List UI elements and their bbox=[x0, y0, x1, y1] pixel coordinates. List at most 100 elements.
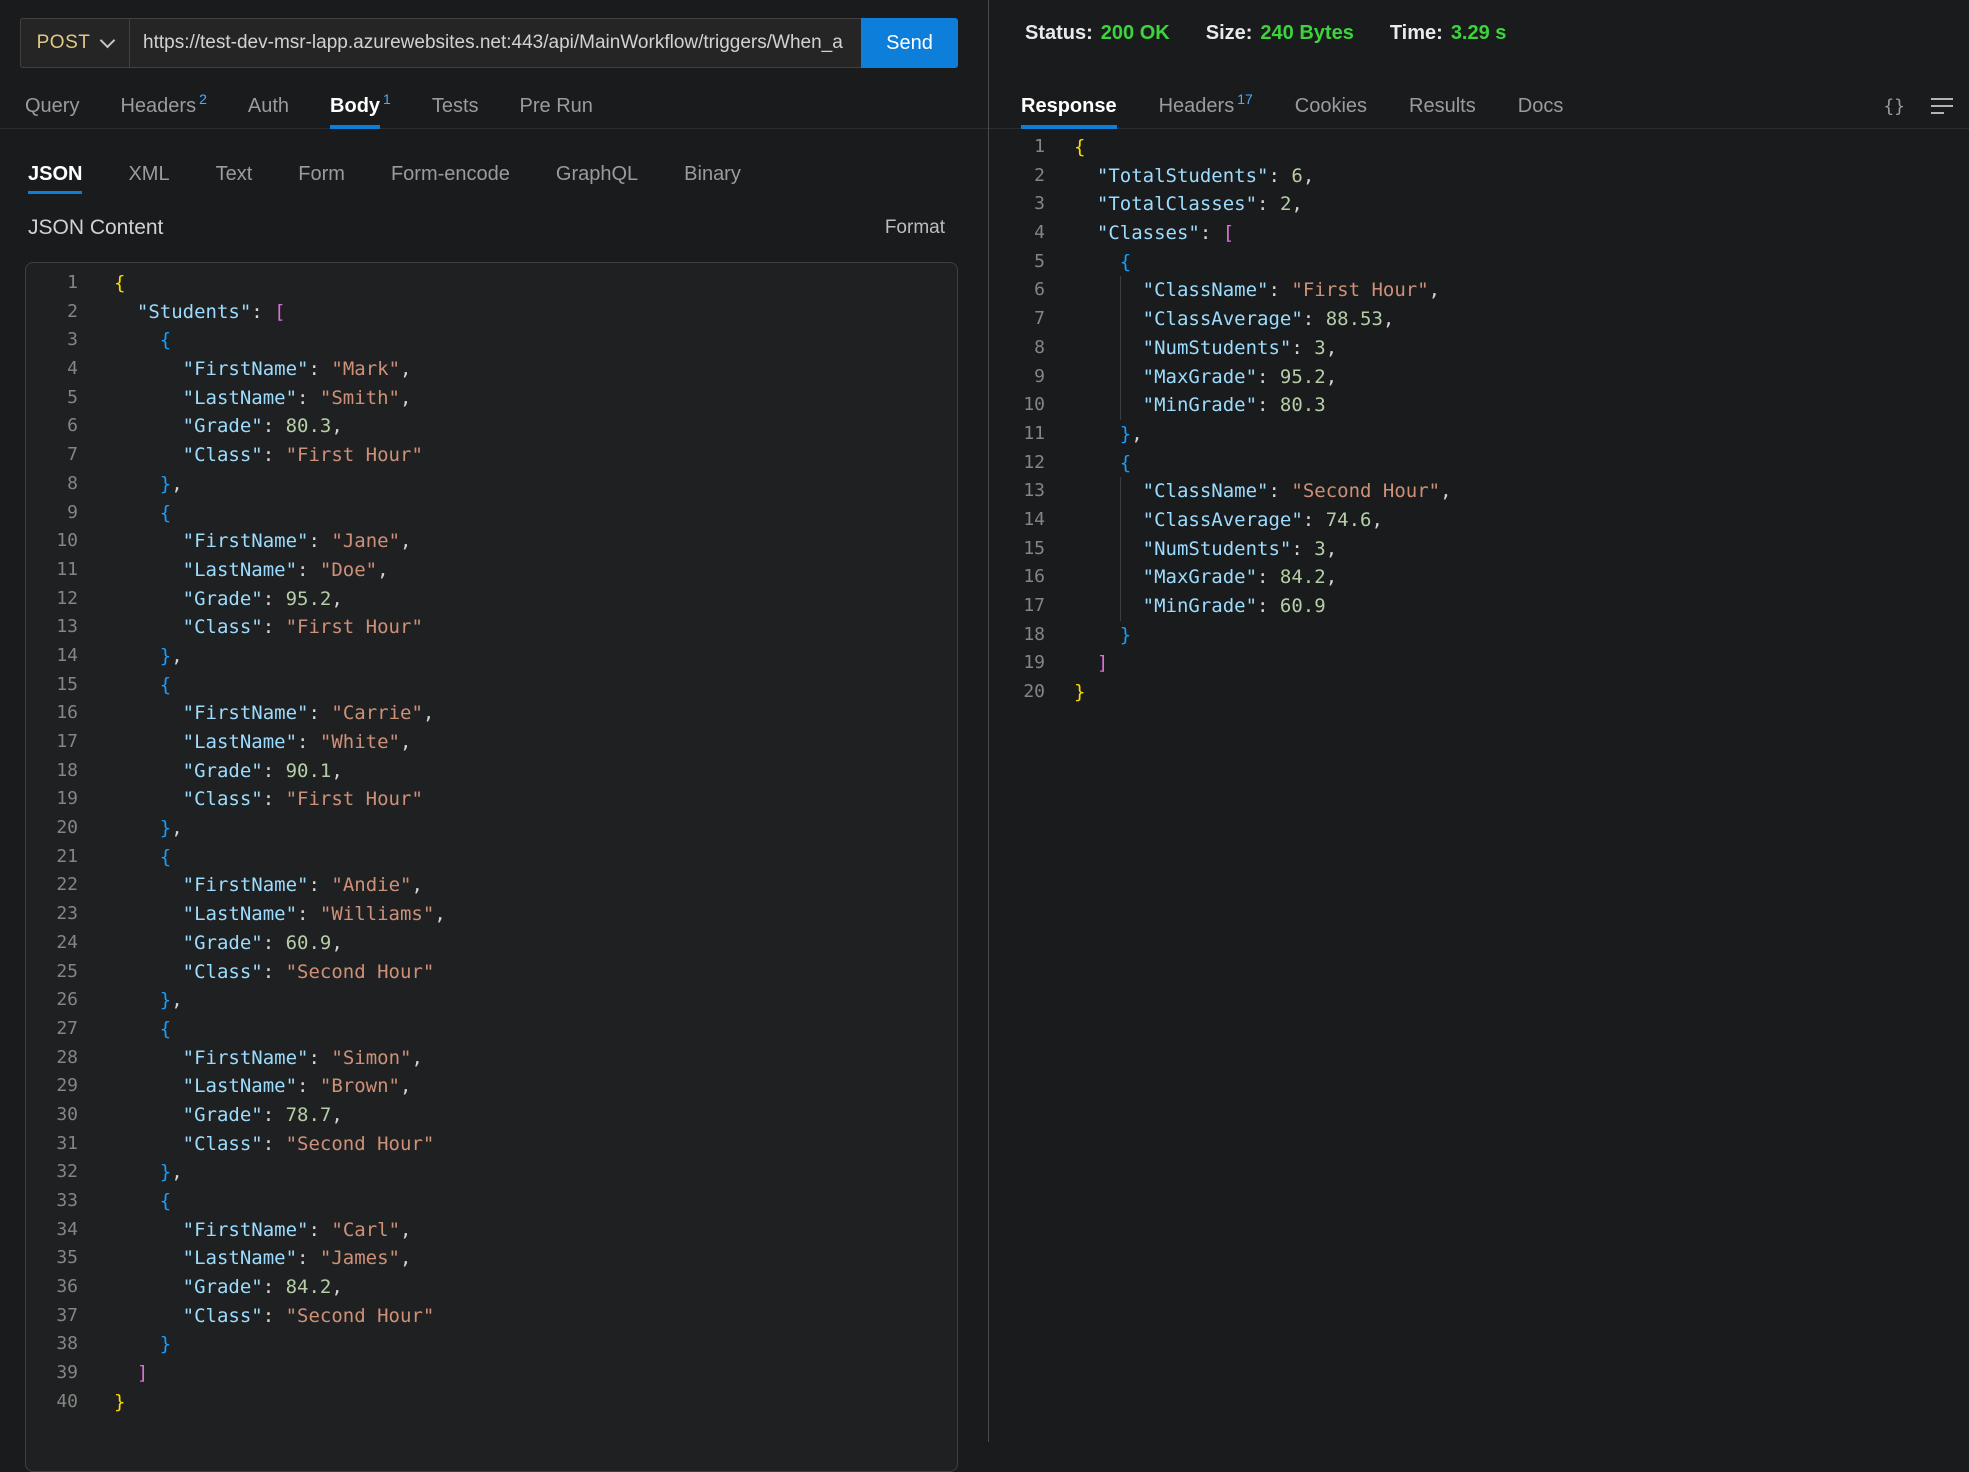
code-line: 4 "FirstName": "Mark", bbox=[26, 355, 957, 384]
tab-query[interactable]: Query bbox=[25, 84, 79, 128]
code-line: 7 "Class": "First Hour" bbox=[26, 441, 957, 470]
size-label: Size: bbox=[1206, 22, 1253, 44]
body-tab-form-encode[interactable]: Form-encode bbox=[391, 152, 510, 196]
code-line: 25 "Class": "Second Hour" bbox=[26, 958, 957, 987]
line-number: 39 bbox=[26, 1359, 78, 1388]
status-label: Status: bbox=[1025, 22, 1093, 44]
line-number: 22 bbox=[26, 871, 78, 900]
code-line: 12 "Grade": 95.2, bbox=[26, 585, 957, 614]
tab-auth[interactable]: Auth bbox=[248, 84, 289, 128]
tab-cookies[interactable]: Cookies bbox=[1295, 84, 1367, 128]
code-line: 33 { bbox=[26, 1187, 957, 1216]
response-tabbar: Response Headers 17 Cookies Results Docs… bbox=[989, 84, 1969, 129]
tab-pre-run[interactable]: Pre Run bbox=[520, 84, 593, 128]
size-stat: Size:240 Bytes bbox=[1206, 22, 1354, 45]
code-line: 18 } bbox=[999, 621, 1969, 650]
code-line: 9 "MaxGrade": 95.2, bbox=[999, 363, 1969, 392]
tab-headers[interactable]: Headers 2 bbox=[120, 84, 206, 128]
tab-response-headers[interactable]: Headers 17 bbox=[1159, 84, 1253, 128]
response-headers-count-badge: 17 bbox=[1237, 91, 1253, 107]
code-line: 6 "Grade": 80.3, bbox=[26, 412, 957, 441]
line-number: 35 bbox=[26, 1244, 78, 1273]
status-stat: Status: 200 OK bbox=[1025, 22, 1170, 45]
format-button[interactable]: Format bbox=[885, 217, 945, 239]
code-line: 2 "TotalStudents": 6, bbox=[999, 162, 1969, 191]
line-number: 30 bbox=[26, 1101, 78, 1130]
body-type-tabbar: JSON XML Text Form Form-encode GraphQL B… bbox=[0, 152, 988, 196]
response-body-viewer[interactable]: 1{2 "TotalStudents": 6,3 "TotalClasses":… bbox=[999, 133, 1969, 1442]
time-value: 3.29 s bbox=[1451, 22, 1507, 44]
body-tab-text[interactable]: Text bbox=[216, 152, 253, 196]
status-value: 200 OK bbox=[1101, 22, 1170, 44]
braces-icon[interactable]: {} bbox=[1883, 96, 1905, 117]
tab-docs[interactable]: Docs bbox=[1518, 84, 1564, 128]
body-tab-graphql[interactable]: GraphQL bbox=[556, 152, 638, 196]
line-number: 12 bbox=[999, 449, 1045, 478]
line-number: 2 bbox=[26, 298, 78, 327]
code-line: 29 "LastName": "Brown", bbox=[26, 1072, 957, 1101]
code-line: 22 "FirstName": "Andie", bbox=[26, 871, 957, 900]
line-number: 10 bbox=[999, 391, 1045, 420]
method-select[interactable]: POST bbox=[21, 19, 130, 67]
code-line: 32 }, bbox=[26, 1158, 957, 1187]
line-number: 37 bbox=[26, 1302, 78, 1331]
line-number: 13 bbox=[999, 477, 1045, 506]
body-tab-json[interactable]: JSON bbox=[28, 152, 82, 196]
code-line: 38 } bbox=[26, 1330, 957, 1359]
line-number: 16 bbox=[999, 563, 1045, 592]
code-line: 26 }, bbox=[26, 986, 957, 1015]
line-number: 16 bbox=[26, 699, 78, 728]
tab-body[interactable]: Body 1 bbox=[330, 84, 391, 128]
line-number: 34 bbox=[26, 1216, 78, 1245]
url-input[interactable] bbox=[130, 19, 861, 67]
body-count-badge: 1 bbox=[383, 91, 391, 107]
line-number: 17 bbox=[999, 592, 1045, 621]
code-line: 17 "LastName": "White", bbox=[26, 728, 957, 757]
code-line: 37 "Class": "Second Hour" bbox=[26, 1302, 957, 1331]
request-body-editor[interactable]: 1{2 "Students": [3 {4 "FirstName": "Mark… bbox=[25, 262, 958, 1472]
code-line: 18 "Grade": 90.1, bbox=[26, 757, 957, 786]
headers-count-badge: 2 bbox=[199, 91, 207, 107]
line-number: 28 bbox=[26, 1044, 78, 1073]
line-number: 5 bbox=[26, 384, 78, 413]
line-number: 8 bbox=[999, 334, 1045, 363]
line-number: 6 bbox=[999, 276, 1045, 305]
line-number: 31 bbox=[26, 1130, 78, 1159]
content-header: JSON Content Format bbox=[28, 216, 945, 240]
code-line: 8 }, bbox=[26, 470, 957, 499]
line-number: 40 bbox=[26, 1388, 78, 1417]
time-stat: Time: 3.29 s bbox=[1390, 22, 1507, 45]
code-line: 7 "ClassAverage": 88.53, bbox=[999, 305, 1969, 334]
line-number: 20 bbox=[999, 678, 1045, 707]
tab-response[interactable]: Response bbox=[1021, 84, 1117, 128]
line-number: 25 bbox=[26, 958, 78, 987]
time-label: Time: bbox=[1390, 22, 1443, 44]
body-tab-xml[interactable]: XML bbox=[128, 152, 169, 196]
line-number: 33 bbox=[26, 1187, 78, 1216]
code-line: 40} bbox=[26, 1388, 957, 1417]
tab-results[interactable]: Results bbox=[1409, 84, 1476, 128]
code-line: 3 { bbox=[26, 326, 957, 355]
code-line: 5 "LastName": "Smith", bbox=[26, 384, 957, 413]
code-line: 13 "ClassName": "Second Hour", bbox=[999, 477, 1969, 506]
line-number: 7 bbox=[26, 441, 78, 470]
send-button[interactable]: Send bbox=[861, 18, 958, 68]
line-number: 1 bbox=[999, 133, 1045, 162]
code-line: 1{ bbox=[999, 133, 1969, 162]
code-line: 17 "MinGrade": 60.9 bbox=[999, 592, 1969, 621]
line-number: 3 bbox=[26, 326, 78, 355]
body-tab-binary[interactable]: Binary bbox=[684, 152, 741, 196]
line-number: 2 bbox=[999, 162, 1045, 191]
code-line: 8 "NumStudents": 3, bbox=[999, 334, 1969, 363]
body-tab-form[interactable]: Form bbox=[298, 152, 345, 196]
line-number: 12 bbox=[26, 585, 78, 614]
menu-icon[interactable] bbox=[1931, 98, 1953, 114]
line-number: 29 bbox=[26, 1072, 78, 1101]
code-line: 16 "MaxGrade": 84.2, bbox=[999, 563, 1969, 592]
line-number: 18 bbox=[26, 757, 78, 786]
tab-tests[interactable]: Tests bbox=[432, 84, 479, 128]
code-line: 28 "FirstName": "Simon", bbox=[26, 1044, 957, 1073]
line-number: 10 bbox=[26, 527, 78, 556]
code-line: 1{ bbox=[26, 269, 957, 298]
line-number: 8 bbox=[26, 470, 78, 499]
